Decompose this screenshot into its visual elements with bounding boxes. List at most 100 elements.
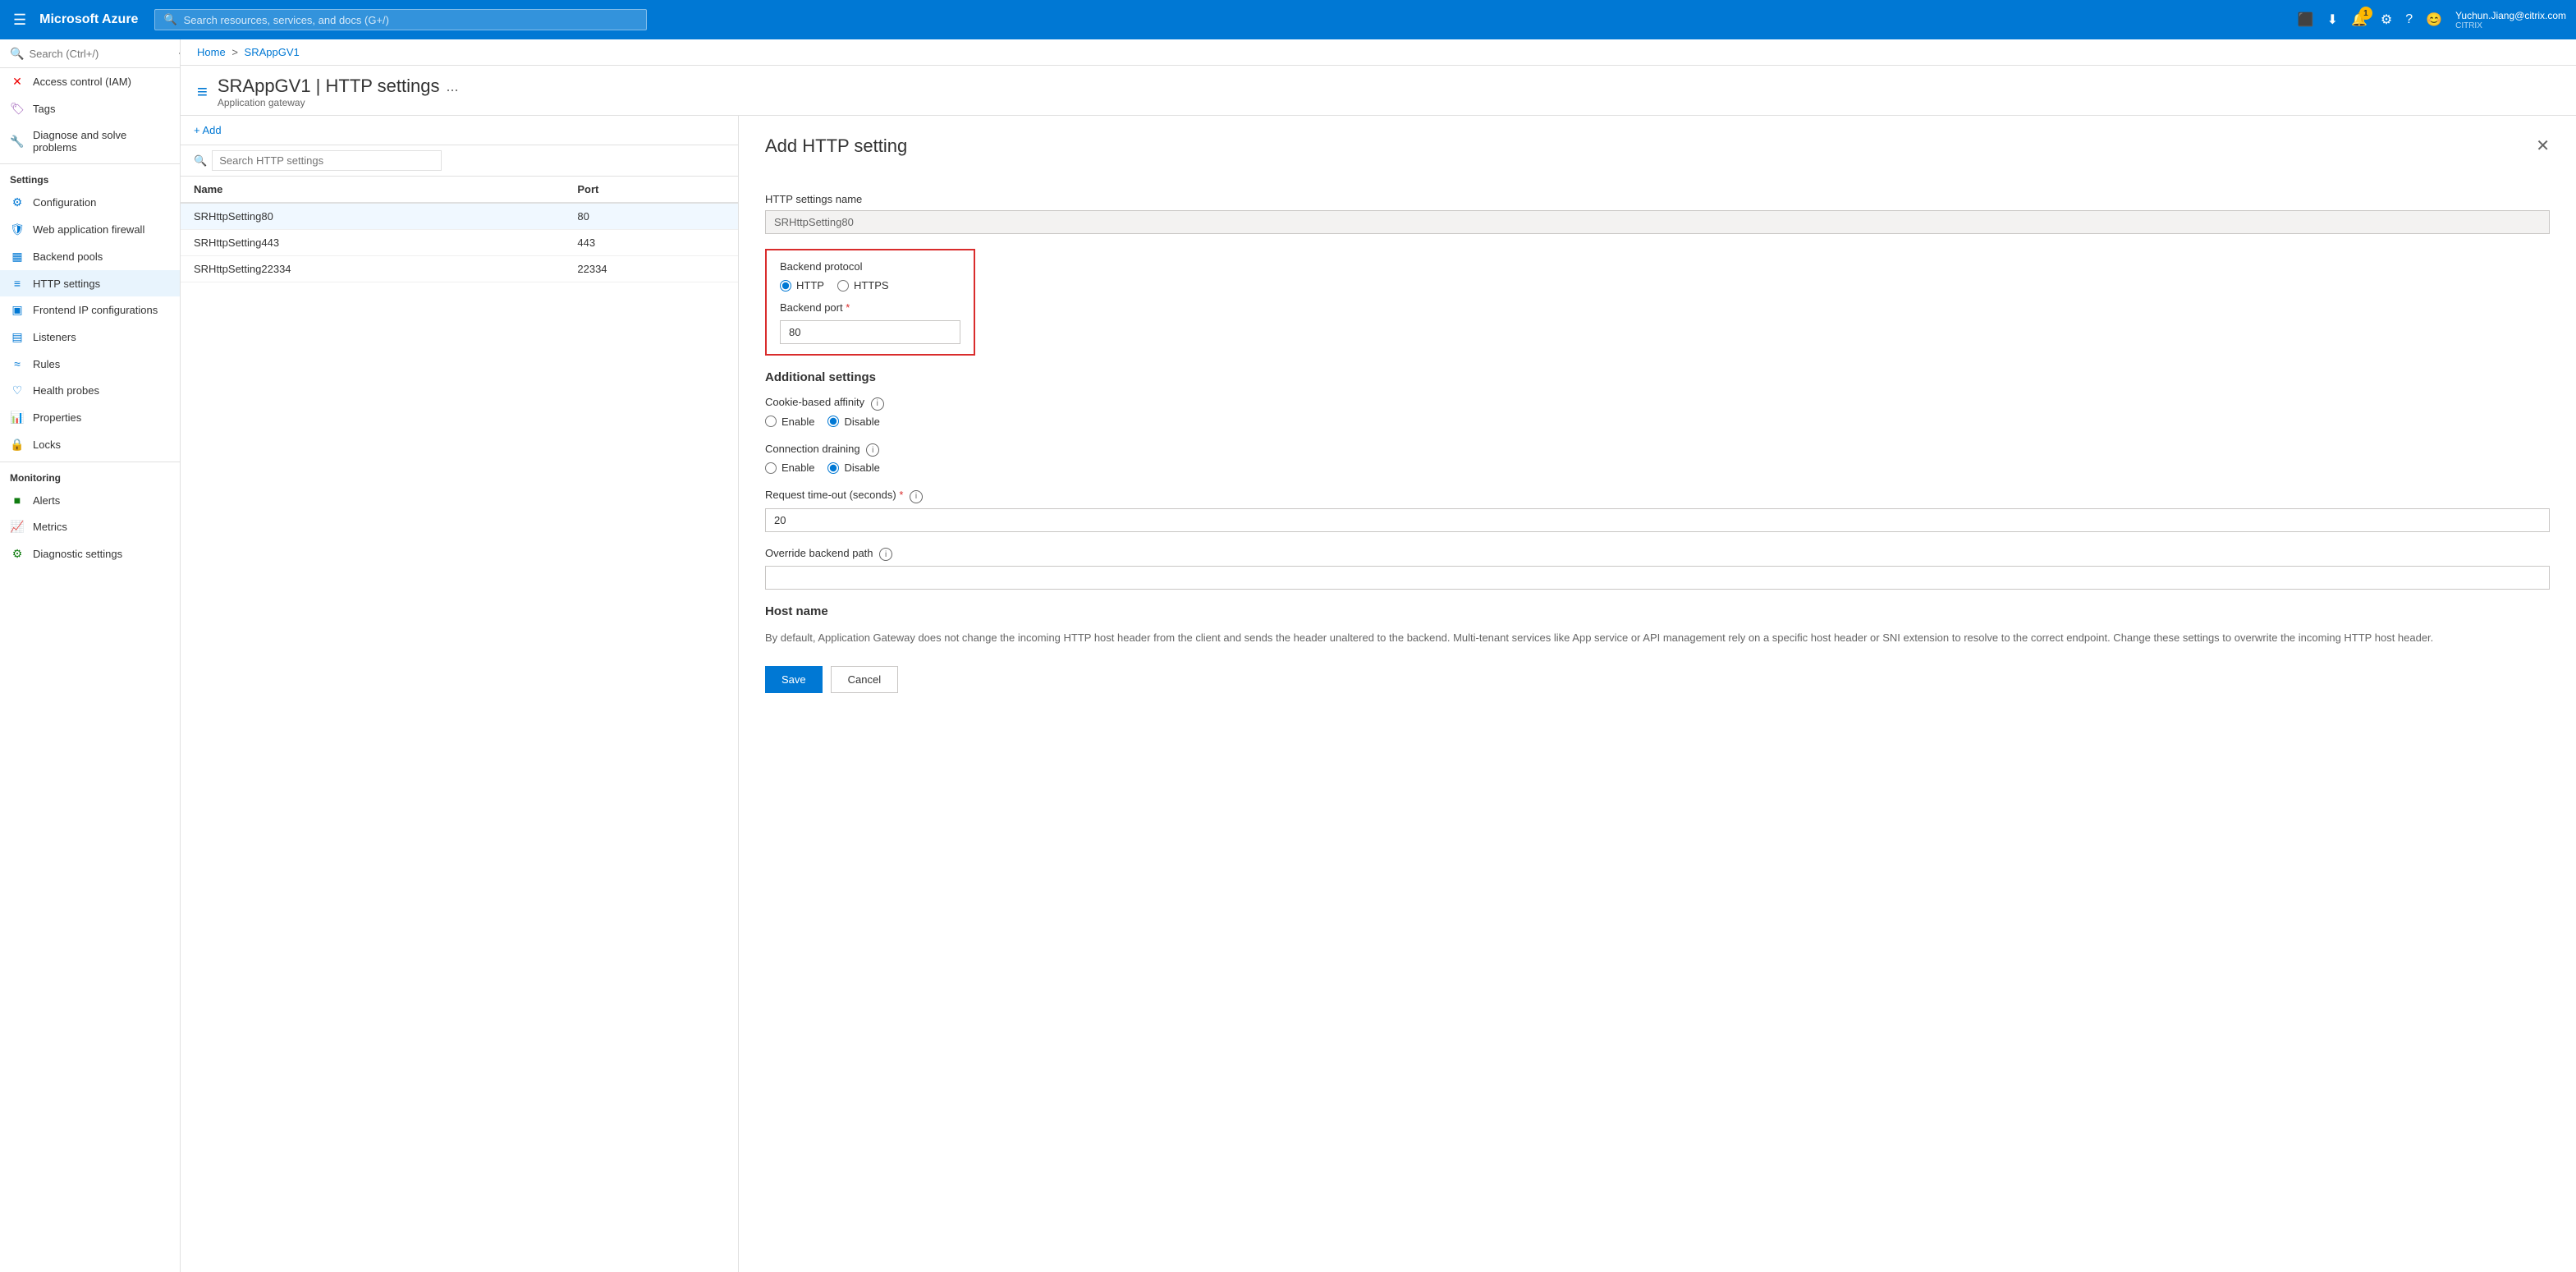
- request-timeout-label: Request time-out (seconds) * i: [765, 489, 2550, 503]
- protocol-http-option[interactable]: HTTP: [780, 279, 824, 292]
- cookie-affinity-enable-radio[interactable]: [765, 416, 777, 427]
- sidebar-search-input[interactable]: [29, 48, 173, 60]
- override-backend-path-info-icon[interactable]: i: [879, 548, 892, 561]
- list-table: Name Port SRHttpSetting80 80 SRHttpSetti…: [181, 177, 738, 1272]
- connection-draining-info-icon[interactable]: i: [866, 443, 879, 457]
- access-control-icon: ✕: [10, 75, 25, 89]
- sidebar-item-waf[interactable]: 🛡 Web application firewall: [0, 216, 180, 243]
- host-name-title: Host name: [765, 604, 2550, 618]
- request-timeout-input[interactable]: [765, 508, 2550, 532]
- override-backend-path-input[interactable]: [765, 566, 2550, 590]
- diagnostic-settings-icon: ⚙: [10, 547, 25, 561]
- sidebar-item-label: Properties: [33, 411, 81, 424]
- hamburger-menu[interactable]: ☰: [10, 8, 30, 32]
- locks-icon: 🔒: [10, 438, 25, 452]
- sidebar-item-tags[interactable]: 🏷 Tags: [0, 95, 180, 122]
- feedback-icon[interactable]: ⬇: [2327, 11, 2338, 28]
- cookie-affinity-info-icon[interactable]: i: [871, 397, 884, 411]
- sidebar-item-frontend-ip[interactable]: ▣ Frontend IP configurations: [0, 296, 180, 324]
- close-panel-button[interactable]: ✕: [2536, 135, 2550, 156]
- sidebar-item-configuration[interactable]: ⚙ Configuration: [0, 189, 180, 216]
- add-button[interactable]: + Add: [194, 124, 222, 136]
- list-panel: + Add 🔍 Name Port: [181, 116, 739, 1272]
- page-header-more[interactable]: ...: [446, 78, 458, 95]
- content-area: Home > SRAppGV1 ≡ SRAppGV1 | HTTP settin…: [181, 39, 2576, 1272]
- sidebar-item-label: Frontend IP configurations: [33, 304, 158, 316]
- waf-icon: 🛡: [10, 223, 25, 236]
- sidebar-item-access-control[interactable]: ✕ Access control (IAM): [0, 68, 180, 95]
- table-row[interactable]: SRHttpSetting22334 22334: [181, 256, 738, 282]
- panel-header-row: Add HTTP setting ✕: [765, 135, 2550, 173]
- frontend-ip-icon: ▣: [10, 303, 25, 317]
- protocol-https-radio[interactable]: [837, 280, 849, 292]
- connection-draining-disable-option[interactable]: Disable: [827, 462, 879, 474]
- sidebar-item-locks[interactable]: 🔒 Locks: [0, 431, 180, 458]
- sidebar-item-label: Metrics: [33, 521, 67, 533]
- cookie-affinity-enable-option[interactable]: Enable: [765, 416, 814, 428]
- connection-draining-enable-option[interactable]: Enable: [765, 462, 814, 474]
- sidebar-item-listeners[interactable]: ▤ Listeners: [0, 324, 180, 351]
- host-name-description: By default, Application Gateway does not…: [765, 630, 2550, 646]
- sidebar-item-backend-pools[interactable]: ▦ Backend pools: [0, 243, 180, 270]
- table-row[interactable]: SRHttpSetting80 80: [181, 203, 738, 230]
- settings-icon[interactable]: ⚙: [2381, 11, 2392, 28]
- page-subtitle: Application gateway: [218, 97, 459, 108]
- sidebar-item-label: Web application firewall: [33, 223, 144, 236]
- sidebar-item-rules[interactable]: ≈ Rules: [0, 351, 180, 377]
- request-timeout-group: Request time-out (seconds) * i: [765, 489, 2550, 532]
- rules-icon: ≈: [10, 357, 25, 370]
- http-settings-name-group: HTTP settings name: [765, 193, 2550, 234]
- settings-section-title: Settings: [0, 163, 180, 189]
- protocol-section: Backend protocol HTTP HTTPS: [765, 249, 975, 356]
- row-port: 80: [564, 203, 738, 230]
- user-info: Yuchun.Jiang@citrix.com CITRIX: [2455, 10, 2566, 30]
- top-navigation: ☰ Microsoft Azure 🔍 ⬛ ⬇ 🔔 1 ⚙ ? 😊 Yuchun…: [0, 0, 2576, 39]
- sidebar-search-area[interactable]: 🔍 «: [0, 39, 180, 68]
- sidebar-item-health-probes[interactable]: ♡ Health probes: [0, 377, 180, 404]
- breadcrumb-resource[interactable]: SRAppGV1: [245, 46, 300, 58]
- help-icon[interactable]: ?: [2405, 12, 2413, 27]
- notifications-icon[interactable]: 🔔 1: [2351, 11, 2367, 28]
- http-settings-name-input[interactable]: [765, 210, 2550, 234]
- breadcrumb-home[interactable]: Home: [197, 46, 226, 58]
- page-header-text: SRAppGV1 | HTTP settings ... Application…: [218, 76, 459, 108]
- cookie-affinity-group: Cookie-based affinity i Enable Disable: [765, 396, 2550, 428]
- account-icon[interactable]: 😊: [2426, 11, 2442, 28]
- backend-protocol-group: Backend protocol HTTP HTTPS: [780, 260, 960, 292]
- sidebar-item-label: Backend pools: [33, 250, 103, 263]
- request-timeout-info-icon[interactable]: i: [910, 490, 923, 503]
- sidebar-search-icon: 🔍: [10, 47, 24, 61]
- sidebar-item-properties[interactable]: 📊 Properties: [0, 404, 180, 431]
- table-row[interactable]: SRHttpSetting443 443: [181, 230, 738, 256]
- page-title: SRAppGV1 | HTTP settings: [218, 76, 440, 97]
- protocol-http-radio[interactable]: [780, 280, 791, 292]
- sidebar-item-http-settings[interactable]: ≡ HTTP settings: [0, 270, 180, 296]
- cookie-affinity-disable-radio[interactable]: [827, 416, 839, 427]
- backend-port-input[interactable]: [780, 320, 960, 344]
- cancel-button[interactable]: Cancel: [831, 666, 898, 693]
- cookie-affinity-radio-group: Enable Disable: [765, 416, 2550, 428]
- breadcrumb-separator: >: [231, 46, 241, 58]
- connection-draining-disable-radio[interactable]: [827, 462, 839, 474]
- connection-draining-enable-radio[interactable]: [765, 462, 777, 474]
- list-search-input[interactable]: [212, 150, 442, 171]
- sidebar-item-diagnostic-settings[interactable]: ⚙ Diagnostic settings: [0, 540, 180, 567]
- sidebar-item-label: Configuration: [33, 196, 96, 209]
- sidebar-item-alerts[interactable]: ■ Alerts: [0, 487, 180, 513]
- sidebar: 🔍 « ✕ Access control (IAM) 🏷 Tags 🔧 Diag…: [0, 39, 181, 1272]
- protocol-https-option[interactable]: HTTPS: [837, 279, 889, 292]
- sidebar-item-metrics[interactable]: 📈 Metrics: [0, 513, 180, 540]
- sidebar-item-label: Listeners: [33, 331, 76, 343]
- global-search[interactable]: 🔍: [154, 9, 647, 30]
- list-search-area: 🔍: [181, 145, 738, 177]
- search-input[interactable]: [184, 14, 639, 26]
- configuration-icon: ⚙: [10, 195, 25, 209]
- save-button[interactable]: Save: [765, 666, 823, 693]
- nav-icons: ⬛ ⬇ 🔔 1 ⚙ ? 😊 Yuchun.Jiang@citrix.com CI…: [2298, 10, 2566, 30]
- sidebar-item-label: Health probes: [33, 384, 99, 397]
- sidebar-item-label: Locks: [33, 439, 61, 451]
- cookie-affinity-label: Cookie-based affinity i: [765, 396, 2550, 411]
- sidebar-item-diagnose[interactable]: 🔧 Diagnose and solve problems: [0, 122, 180, 160]
- cloud-shell-icon[interactable]: ⬛: [2298, 11, 2314, 28]
- cookie-affinity-disable-option[interactable]: Disable: [827, 416, 879, 428]
